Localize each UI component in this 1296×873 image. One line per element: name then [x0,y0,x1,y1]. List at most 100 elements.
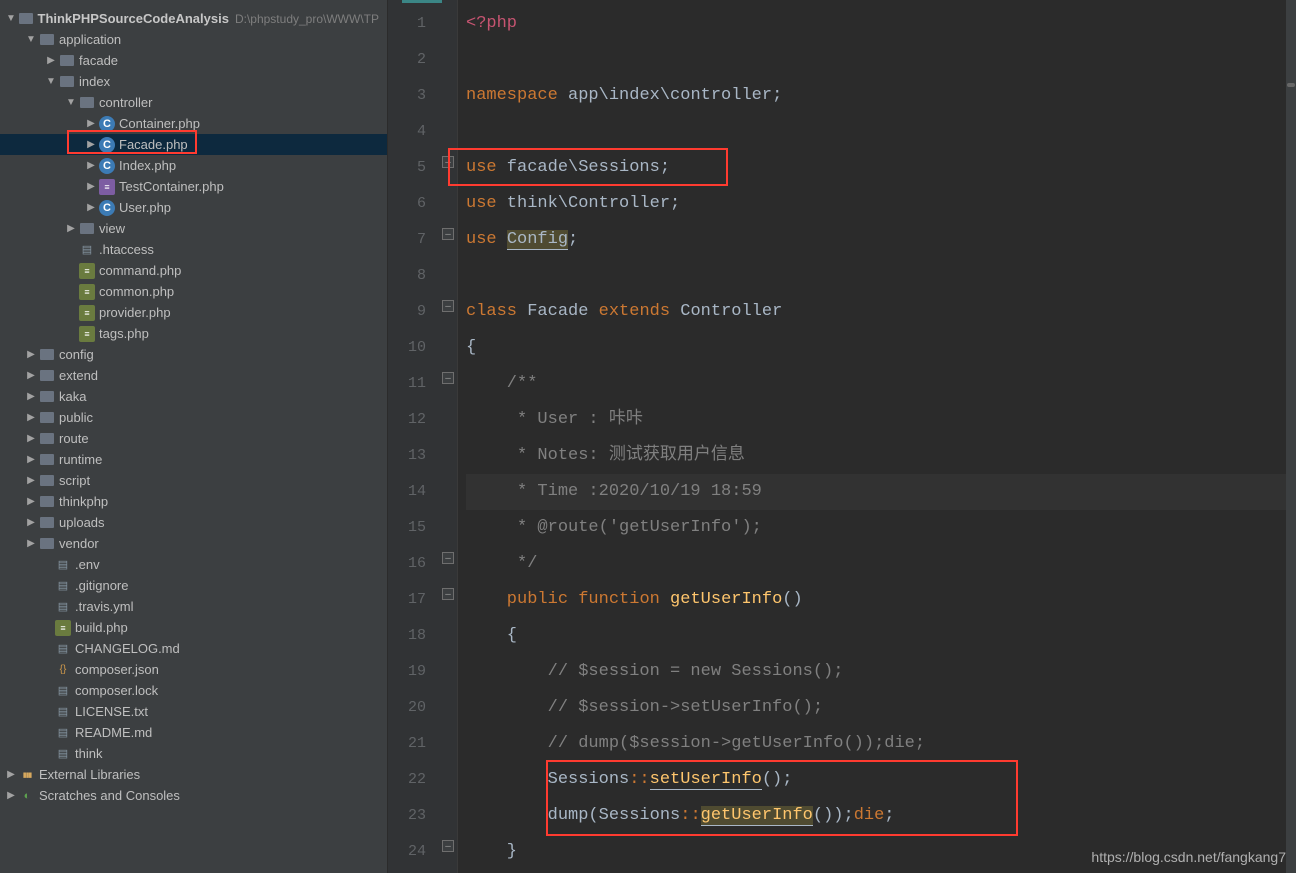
folder-config[interactable]: config [0,344,387,365]
file-think[interactable]: think [0,743,387,764]
chevron-right-icon[interactable] [26,391,36,402]
chevron-right-icon[interactable] [86,118,96,129]
chevron-right-icon[interactable] [26,475,36,486]
chevron-right-icon[interactable] [26,538,36,549]
file-icon [55,746,71,762]
file-license[interactable]: LICENSE.txt [0,701,387,722]
code-editor[interactable]: 1234 5678 9101112 13141516 17181920 2122… [388,0,1296,873]
code-area[interactable]: <?php namespace app\index\controller; us… [458,0,1296,873]
project-tree[interactable]: ThinkPHPSourceCodeAnalysis D:\phpstudy_p… [0,0,388,873]
php-file-icon [79,326,95,342]
folder-icon [39,515,55,531]
code-token: ; [568,230,578,249]
code-token: use [466,230,497,249]
folder-vendor[interactable]: vendor [0,533,387,554]
chevron-right-icon[interactable] [66,223,76,234]
file-facade[interactable]: Facade.php [0,134,387,155]
fold-column[interactable]: – – – – – – – [440,0,458,873]
folder-facade[interactable]: facade [0,50,387,71]
chevron-right-icon[interactable] [26,454,36,465]
scrollbar-thumb[interactable] [1287,83,1295,87]
fold-marker-icon[interactable]: – [442,228,454,240]
php-file-icon [79,305,95,321]
chevron-right-icon[interactable] [26,433,36,444]
php-file-icon [79,284,95,300]
project-root[interactable]: ThinkPHPSourceCodeAnalysis D:\phpstudy_p… [0,8,387,29]
chevron-right-icon[interactable] [46,55,56,66]
chevron-right-icon[interactable] [26,412,36,423]
folder-icon [39,389,55,405]
folder-controller[interactable]: controller [0,92,387,113]
file-env[interactable]: .env [0,554,387,575]
editor-scrollbar[interactable] [1286,0,1296,873]
json-icon [55,662,71,678]
chevron-right-icon[interactable] [86,202,96,213]
file-gitignore[interactable]: .gitignore [0,575,387,596]
folder-runtime[interactable]: runtime [0,449,387,470]
code-token: Config [507,230,568,250]
folder-route[interactable]: route [0,428,387,449]
fold-marker-icon[interactable]: – [442,300,454,312]
chevron-right-icon[interactable] [26,496,36,507]
external-libraries[interactable]: External Libraries [0,764,387,785]
fold-marker-icon[interactable]: – [442,372,454,384]
chevron-right-icon[interactable] [26,517,36,528]
active-tab-indicator [402,0,442,3]
code-token: // $session->setUserInfo(); [466,698,823,717]
fold-marker-icon[interactable]: – [442,588,454,600]
fold-marker-icon[interactable]: – [442,552,454,564]
chevron-right-icon[interactable] [26,349,36,360]
code-token: * Time :2020/10/19 18:59 [466,482,762,501]
folder-index[interactable]: index [0,71,387,92]
folder-icon [39,368,55,384]
markdown-icon [55,725,71,741]
file-command[interactable]: command.php [0,260,387,281]
file-provider[interactable]: provider.php [0,302,387,323]
annotation-highlight-use [448,148,728,186]
php-class-icon [99,158,115,174]
chevron-right-icon[interactable] [6,769,16,780]
folder-view[interactable]: view [0,218,387,239]
code-token: use [466,194,497,213]
chevron-right-icon[interactable] [86,181,96,192]
code-token: Controller [670,302,782,321]
code-token: { [466,626,517,645]
chevron-right-icon[interactable] [26,370,36,381]
code-token: // dump($session->getUserInfo());die; [466,734,925,753]
folder-public[interactable]: public [0,407,387,428]
folder-application[interactable]: application [0,29,387,50]
file-tags[interactable]: tags.php [0,323,387,344]
chevron-down-icon[interactable] [26,34,36,45]
file-index-php[interactable]: Index.php [0,155,387,176]
folder-icon [39,494,55,510]
file-testcontainer[interactable]: TestContainer.php [0,176,387,197]
fold-marker-icon[interactable]: – [442,840,454,852]
file-icon [55,557,71,573]
file-user[interactable]: User.php [0,197,387,218]
folder-extend[interactable]: extend [0,365,387,386]
chevron-down-icon[interactable] [6,13,16,24]
folder-script[interactable]: script [0,470,387,491]
folder-icon [59,74,75,90]
chevron-down-icon[interactable] [66,97,76,108]
annotation-highlight-calls [546,760,1018,836]
code-token: */ [466,554,537,573]
folder-kaka[interactable]: kaka [0,386,387,407]
file-changelog[interactable]: CHANGELOG.md [0,638,387,659]
folder-uploads[interactable]: uploads [0,512,387,533]
chevron-right-icon[interactable] [86,139,96,150]
file-build[interactable]: build.php [0,617,387,638]
file-icon [79,242,95,258]
folder-thinkphp[interactable]: thinkphp [0,491,387,512]
file-container[interactable]: Container.php [0,113,387,134]
file-composer-lock[interactable]: composer.lock [0,680,387,701]
scratches-consoles[interactable]: Scratches and Consoles [0,785,387,806]
chevron-down-icon[interactable] [46,76,56,87]
chevron-right-icon[interactable] [6,790,16,801]
file-common[interactable]: common.php [0,281,387,302]
file-htaccess[interactable]: .htaccess [0,239,387,260]
file-composer-json[interactable]: composer.json [0,659,387,680]
file-travis[interactable]: .travis.yml [0,596,387,617]
file-readme[interactable]: README.md [0,722,387,743]
chevron-right-icon[interactable] [86,160,96,171]
